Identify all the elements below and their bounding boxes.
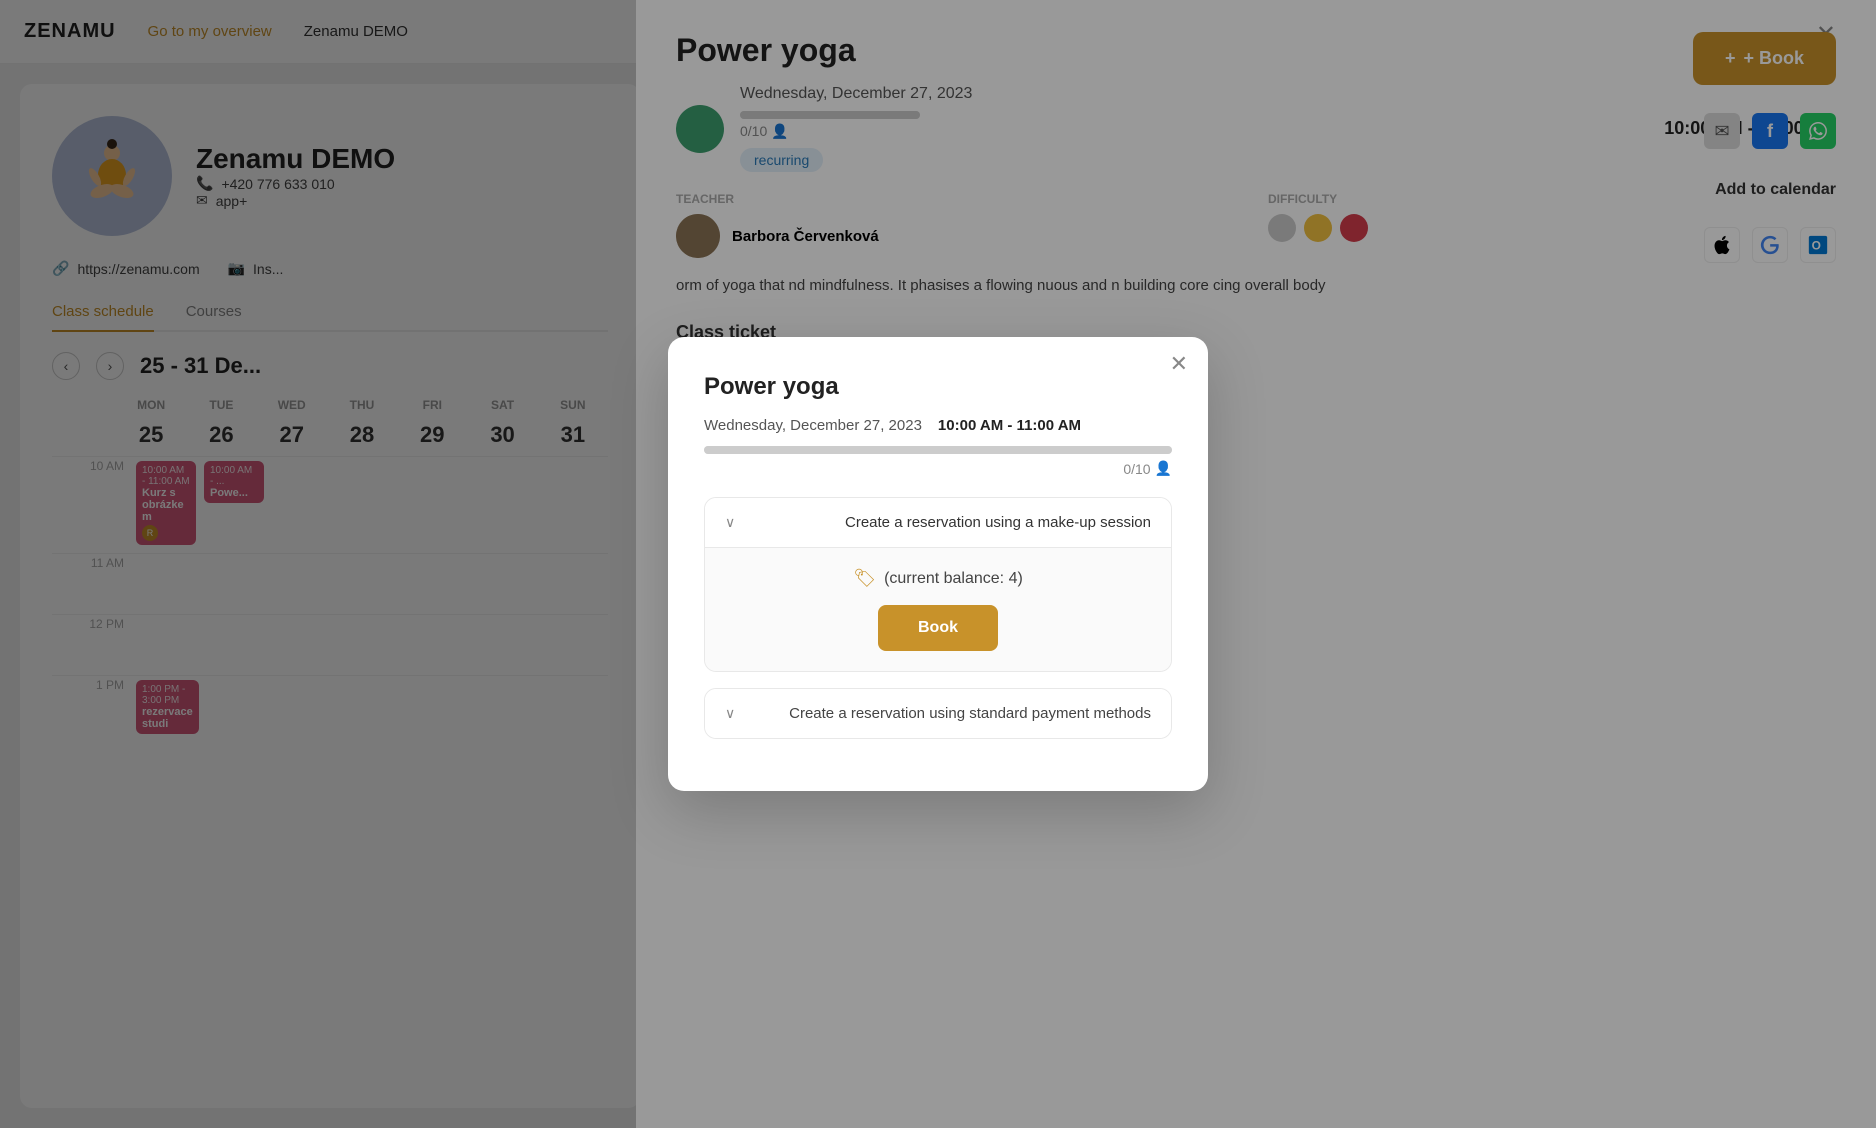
modal-date-row: Wednesday, December 27, 2023 10:00 AM - …	[704, 417, 1172, 434]
modal-close-button[interactable]: ✕	[1170, 353, 1188, 375]
makeup-chevron-icon: ∨	[725, 514, 735, 531]
standard-payment-section: ∨ Create a reservation using standard pa…	[704, 688, 1172, 739]
modal-progress-fill	[704, 446, 1172, 454]
balance-text: (current balance: 4)	[884, 570, 1023, 588]
standard-payment-label: Create a reservation using standard paym…	[789, 705, 1151, 722]
standard-payment-header[interactable]: ∨ Create a reservation using standard pa…	[705, 689, 1171, 738]
booking-modal: ✕ Power yoga Wednesday, December 27, 202…	[668, 337, 1208, 791]
standard-chevron-icon: ∨	[725, 705, 735, 722]
makeup-session-label: Create a reservation using a make-up ses…	[845, 514, 1151, 531]
modal-title: Power yoga	[704, 373, 1172, 401]
modal-capacity-text: 0/10	[1123, 461, 1150, 477]
modal-person-icon: 👤	[1155, 460, 1172, 477]
tag-icon: 🏷	[853, 568, 876, 589]
makeup-session-body: 🏷 (current balance: 4) Book	[705, 548, 1171, 671]
balance-row: 🏷 (current balance: 4)	[725, 568, 1151, 589]
modal-time: 10:00 AM - 11:00 AM	[938, 417, 1081, 434]
modal-date: Wednesday, December 27, 2023	[704, 417, 922, 434]
modal-progress-bar	[704, 446, 1172, 454]
makeup-session-header[interactable]: ∨ Create a reservation using a make-up s…	[705, 498, 1171, 548]
makeup-book-button[interactable]: Book	[878, 605, 998, 651]
modal-overlay: ✕ Power yoga Wednesday, December 27, 202…	[0, 0, 1876, 1128]
makeup-session-section: ∨ Create a reservation using a make-up s…	[704, 497, 1172, 672]
modal-capacity-row: 0/10 👤	[704, 460, 1172, 477]
